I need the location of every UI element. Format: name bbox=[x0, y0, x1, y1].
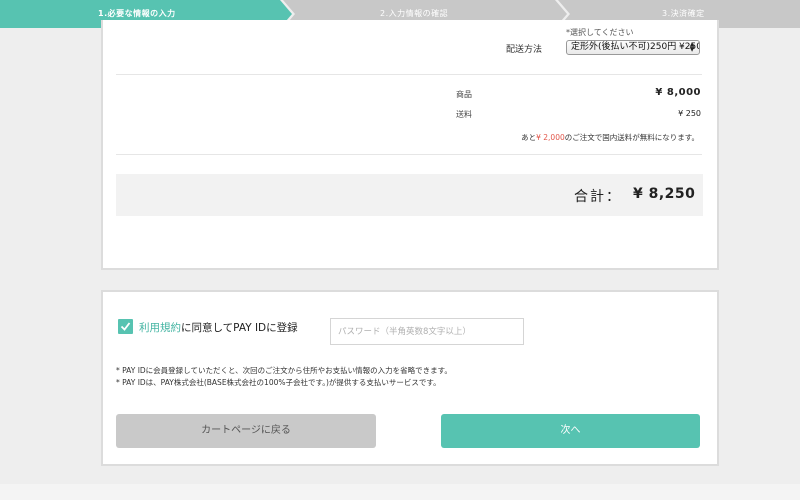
free-shipping-prefix: あと bbox=[521, 133, 537, 142]
back-to-cart-button[interactable]: カートページに戻る bbox=[116, 414, 376, 448]
shipping-method-value: 定形外(後払い不可)250円 ¥250 bbox=[571, 42, 700, 52]
password-input[interactable] bbox=[330, 318, 524, 345]
pay-id-note-2: * PAY IDは、PAY株式会社(BASE株式会社の100%子会社です。)が提… bbox=[116, 378, 441, 387]
agree-checkbox[interactable] bbox=[118, 319, 133, 334]
shipping-fee-label: 送料 bbox=[456, 110, 472, 119]
shipping-note: *選択してください bbox=[566, 28, 634, 37]
free-shipping-message: あと¥ 2,000のご注文で国内送料が無料になります。 bbox=[521, 132, 699, 143]
shipping-method-select[interactable]: 定形外(後払い不可)250円 ¥250 ▲ ▼ bbox=[566, 40, 700, 55]
order-summary-panel bbox=[101, 20, 719, 270]
divider bbox=[116, 74, 702, 75]
pay-id-note-1: * PAY IDに会員登録していただくと、次回のご注文から住所やお支払い情報の入… bbox=[116, 366, 452, 375]
subtotal-label: 商品 bbox=[456, 90, 472, 99]
subtotal-value: ¥ 8,000 bbox=[655, 87, 701, 98]
free-shipping-suffix: のご注文で国内送料が無料になります。 bbox=[564, 133, 699, 142]
next-button[interactable]: 次へ bbox=[441, 414, 700, 448]
total-label: 合計： bbox=[574, 189, 622, 205]
step-3-label: 3.決済確定 bbox=[662, 9, 705, 18]
shipping-fee-value: ¥ 250 bbox=[678, 109, 701, 118]
agree-text: 利用規約に同意してPAY IDに登録 bbox=[139, 320, 298, 335]
check-icon bbox=[120, 322, 131, 331]
step-2-label: 2.入力情報の確認 bbox=[380, 9, 449, 18]
free-shipping-amount: ¥ 2,000 bbox=[536, 133, 565, 142]
page-bottom bbox=[0, 484, 800, 500]
terms-link[interactable]: 利用規約 bbox=[139, 322, 181, 334]
step-1-label: 1.必要な情報の入力 bbox=[98, 9, 176, 18]
updown-arrows-icon: ▲ ▼ bbox=[689, 41, 695, 53]
divider bbox=[116, 154, 702, 155]
agree-label: に同意してPAY IDに登録 bbox=[181, 322, 298, 334]
total-value: ¥ 8,250 bbox=[633, 186, 696, 202]
shipping-method-label: 配送方法 bbox=[506, 45, 543, 55]
